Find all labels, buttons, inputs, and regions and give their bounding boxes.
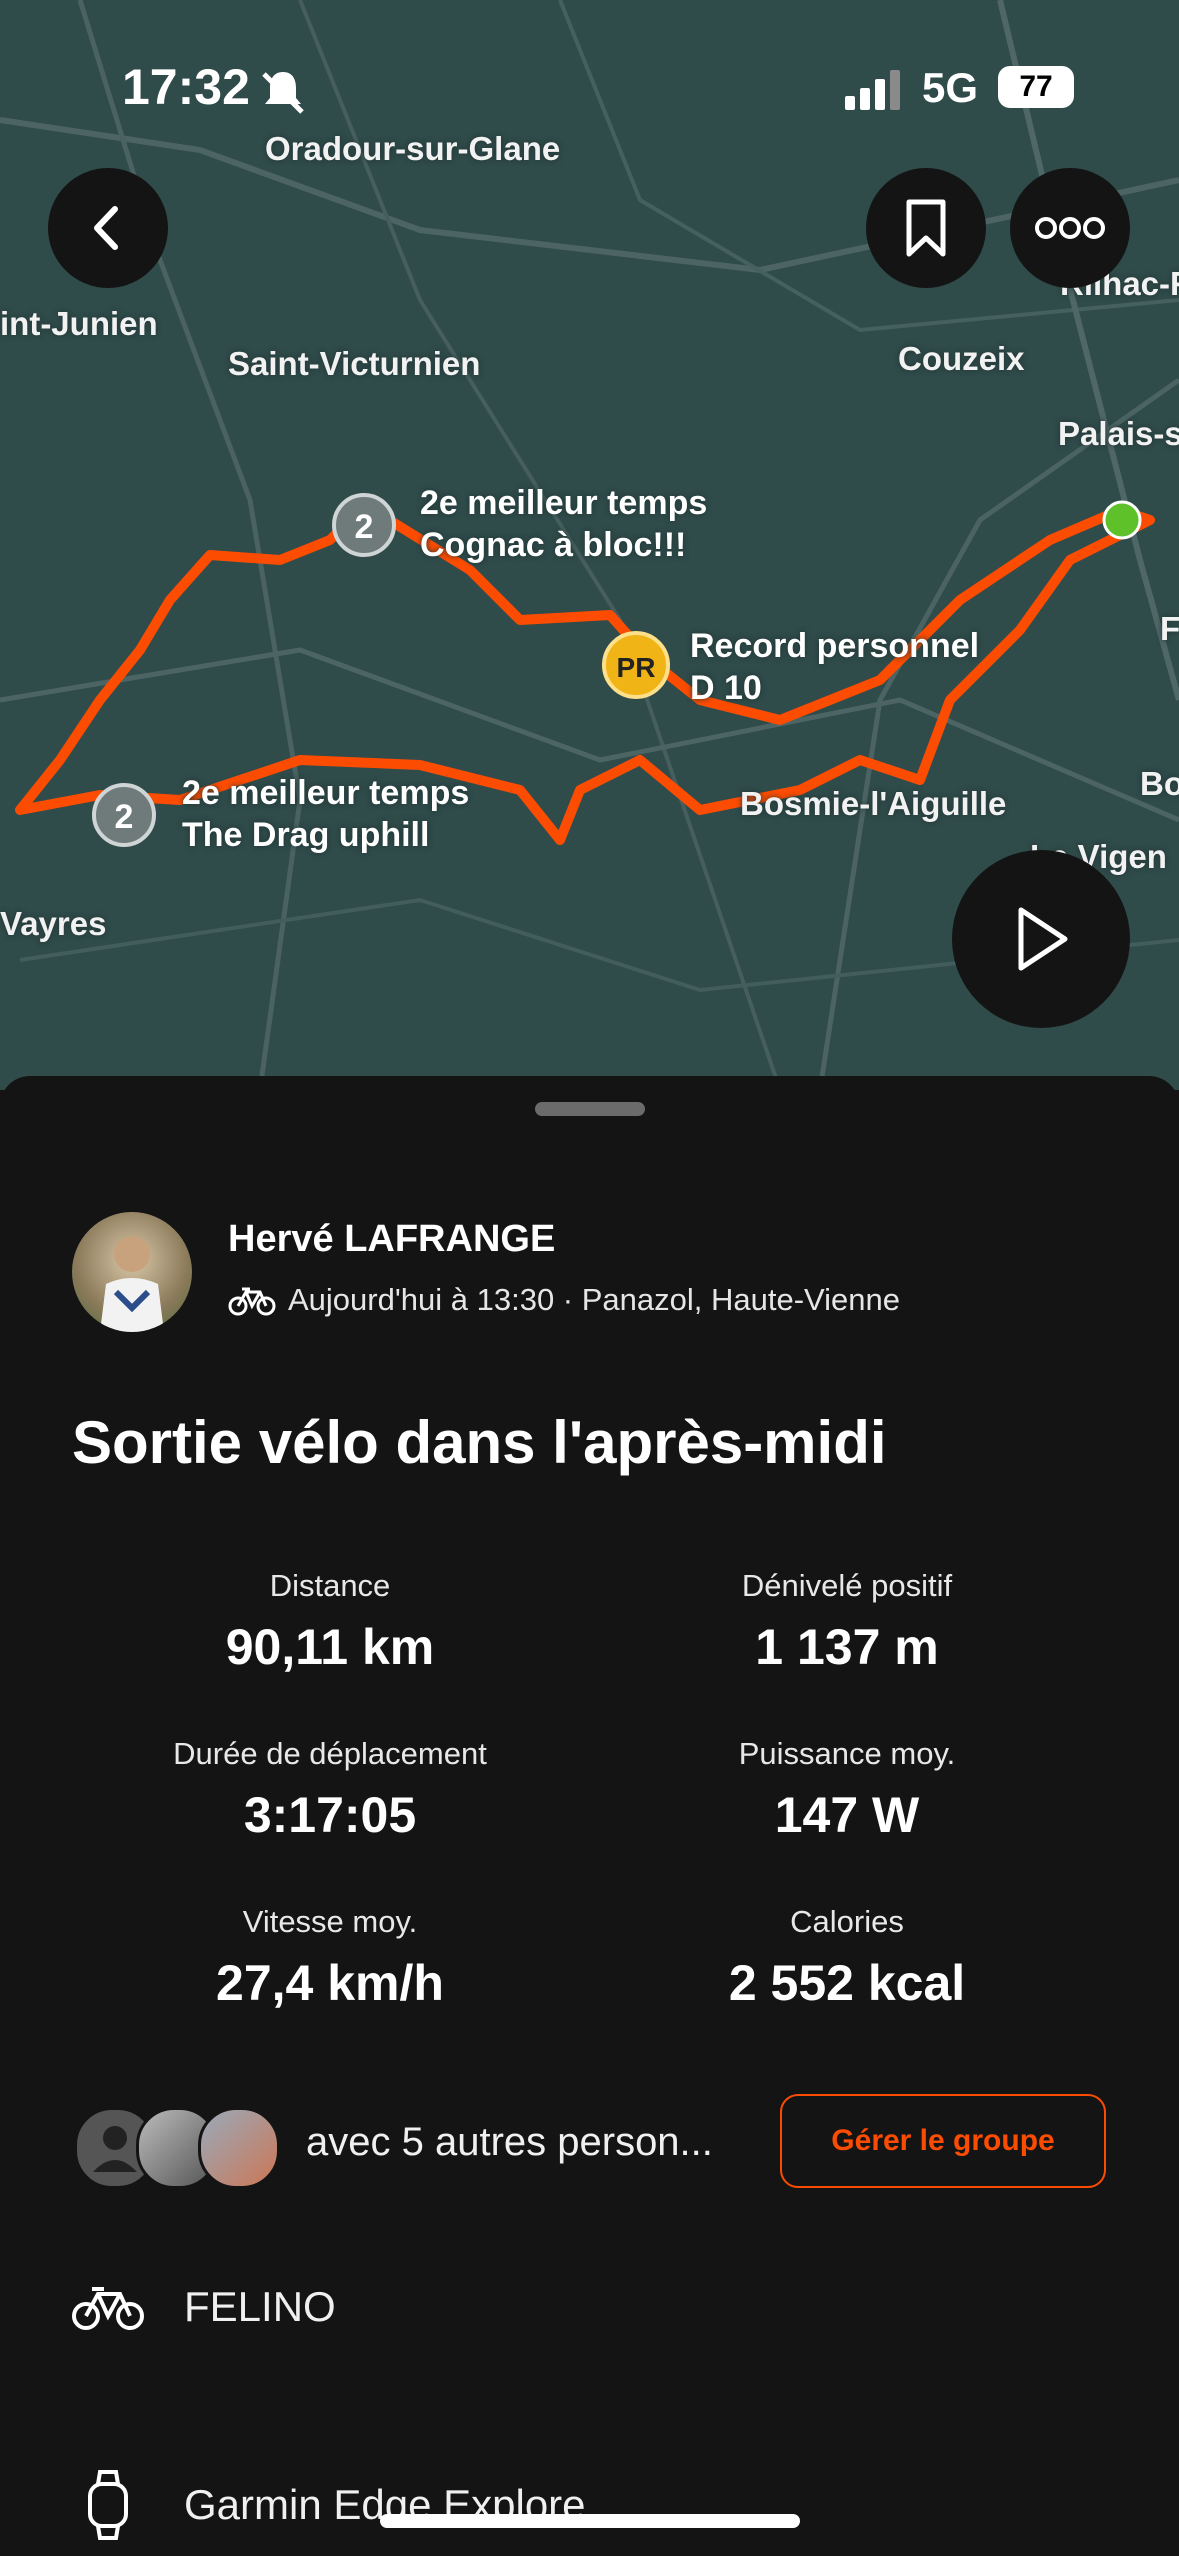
stat-elevation: Dénivelé positif 1 137 m	[587, 1568, 1107, 1676]
activity-title: Sortie vélo dans l'après-midi	[72, 1409, 887, 1476]
sheet-handle[interactable]	[535, 1102, 645, 1116]
stat-value: 1 137 m	[755, 1619, 939, 1675]
silent-bell-icon	[262, 72, 304, 114]
more-button[interactable]	[1010, 168, 1130, 288]
status-time: 17:32	[122, 59, 250, 115]
bookmark-icon	[906, 199, 946, 257]
place-label: Vayres	[0, 905, 107, 942]
place-label: Saint-Victurnien	[228, 345, 481, 382]
bike-row[interactable]: FELINO	[72, 2282, 336, 2332]
svg-text:2: 2	[115, 798, 134, 836]
stat-label: Calories	[790, 1904, 904, 1939]
place-label: int-Junien	[0, 305, 158, 342]
place-label: Palais-s	[1058, 415, 1179, 452]
stat-moving-time: Durée de déplacement 3:17:05	[70, 1736, 590, 1844]
more-icon	[1035, 217, 1105, 239]
segment-label[interactable]: 2e meilleur temps Cognac à bloc!!!	[420, 482, 707, 566]
stat-value: 147 W	[774, 1787, 920, 1843]
segment-name: The Drag uphill	[182, 816, 430, 854]
watch-icon	[88, 2470, 128, 2540]
activity-date-location: Aujourd'hui à 13:30 · Panazol, Haute-Vie…	[288, 1282, 900, 1317]
bike-icon	[228, 1287, 276, 1316]
svg-text:PR: PR	[617, 652, 656, 683]
bike-icon	[72, 2287, 144, 2330]
home-indicator[interactable]	[380, 2514, 800, 2528]
bike-name: FELINO	[184, 2283, 336, 2330]
stat-value: 3:17:05	[243, 1787, 417, 1843]
segment-label[interactable]: 2e meilleur temps The Drag uphill	[182, 772, 469, 856]
activity-meta: Aujourd'hui à 13:30 · Panazol, Haute-Vie…	[228, 1282, 900, 1318]
play-icon	[1018, 907, 1068, 971]
segment-rank: 2e meilleur temps	[420, 484, 708, 522]
stat-value: 2 552 kcal	[728, 1955, 966, 2011]
athlete-photo	[100, 1236, 164, 1332]
save-route-button[interactable]	[866, 168, 986, 288]
device-row[interactable]: Garmin Edge Explore	[72, 2470, 586, 2540]
stat-label: Puissance moy.	[738, 1736, 956, 1771]
stat-label: Durée de déplacement	[173, 1736, 487, 1771]
back-icon	[94, 206, 118, 250]
group-row[interactable]: avec 5 autres person... Gérer le groupe	[72, 2094, 1107, 2190]
stat-label: Dénivelé positif	[741, 1568, 953, 1603]
stat-label: Vitesse moy.	[242, 1904, 418, 1939]
signal-icon	[845, 70, 900, 110]
segment-name: D 10	[690, 669, 762, 707]
stat-value: 90,11 km	[225, 1619, 435, 1675]
stat-avg-power: Puissance moy. 147 W	[587, 1736, 1107, 1844]
avatar	[198, 2107, 280, 2189]
group-members-text[interactable]: avec 5 autres person...	[306, 2120, 713, 2165]
segment-rank: Record personnel	[690, 627, 980, 665]
place-label: Oradour-sur-Glane	[265, 130, 561, 167]
back-button[interactable]	[48, 168, 168, 288]
stat-distance: Distance 90,11 km	[70, 1568, 590, 1676]
place-label: Couzeix	[898, 340, 1025, 377]
network-label: 5G	[922, 64, 979, 111]
stat-value: 27,4 km/h	[216, 1955, 444, 2011]
segment-rank: 2e meilleur temps	[182, 774, 470, 812]
segment-name: Cognac à bloc!!!	[420, 526, 687, 564]
play-flyover-button[interactable]	[952, 850, 1130, 1028]
stat-calories: Calories 2 552 kcal	[587, 1904, 1107, 2012]
manage-group-button[interactable]: Gérer le groupe	[780, 2094, 1106, 2188]
place-label: Bosmie-l'Aiguille	[740, 785, 1007, 822]
stat-label: Distance	[269, 1568, 391, 1603]
svg-text:2: 2	[355, 508, 374, 546]
athlete-name[interactable]: Hervé LAFRANGE	[228, 1218, 555, 1261]
avatar[interactable]	[72, 1212, 192, 1332]
place-label: F	[1160, 610, 1179, 647]
battery-indicator: 77	[998, 66, 1074, 108]
stat-avg-speed: Vitesse moy. 27,4 km/h	[70, 1904, 590, 2012]
place-label: Bo	[1140, 765, 1179, 802]
segment-label[interactable]: Record personnel D 10	[690, 625, 979, 709]
battery-level: 77	[1019, 70, 1053, 103]
